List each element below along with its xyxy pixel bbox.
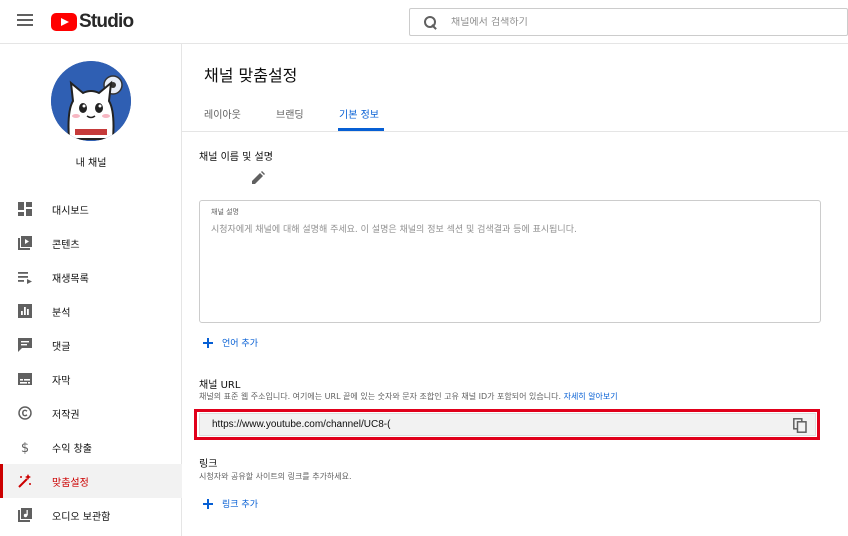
tab-layout[interactable]: 레이아웃: [204, 106, 241, 121]
sidebar-item-audio-library[interactable]: 오디오 보관함: [0, 498, 182, 532]
learn-more-link[interactable]: 자세히 알아보기: [564, 392, 618, 401]
logo-text: Studio: [79, 11, 134, 32]
comments-icon: [18, 338, 32, 352]
subtitles-icon: [18, 373, 32, 385]
channel-description-field[interactable]: 채널 설명 시청자에게 채널에 대해 설명해 주세요. 이 설명은 채널의 정보…: [199, 200, 821, 323]
sidebar-item-subtitles[interactable]: 자막: [0, 362, 182, 396]
youtube-play-icon: [51, 13, 77, 31]
sidebar: 내 채널 대시보드 콘텐츠 재생목록 분석 댓글 자막 저작권 $ 수익 창출 …: [0, 44, 182, 536]
description-field-label: 채널 설명: [211, 208, 239, 216]
sidebar-item-label: 자막: [52, 375, 71, 387]
sidebar-item-comments[interactable]: 댓글: [0, 328, 182, 362]
sidebar-item-copyright[interactable]: 저작권: [0, 396, 182, 430]
add-language-button[interactable]: 언어 추가: [203, 336, 258, 349]
copyright-icon: [18, 406, 32, 420]
links-helper: 시청자와 공유할 사이트의 링크를 추가하세요.: [199, 472, 352, 481]
add-link-label: 링크 추가: [222, 500, 258, 510]
search-input[interactable]: [451, 16, 831, 28]
channel-url-helper: 채널의 표준 웹 주소입니다. 여기에는 URL 끝에 있는 숫자와 문자 조합…: [199, 391, 618, 402]
sidebar-item-label: 재생목록: [52, 273, 89, 285]
channel-url-field[interactable]: [199, 413, 816, 436]
tab-bar: 레이아웃 브랜딩 기본 정보: [182, 94, 848, 132]
plus-icon: [203, 498, 213, 509]
sidebar-item-analytics[interactable]: 분석: [0, 294, 182, 328]
youtube-studio-logo[interactable]: Studio: [51, 11, 134, 33]
sidebar-item-label: 콘텐츠: [52, 239, 80, 251]
channel-url-helper-text: 채널의 표준 웹 주소입니다. 여기에는 URL 끝에 있는 숫자와 문자 조합…: [199, 392, 562, 401]
sidebar-item-monetization[interactable]: $ 수익 창출: [0, 430, 182, 464]
sidebar-nav: 대시보드 콘텐츠 재생목록 분석 댓글 자막 저작권 $ 수익 창출 맞춤설정 …: [0, 192, 182, 532]
dashboard-icon: [18, 202, 32, 216]
sidebar-item-label: 댓글: [52, 341, 71, 353]
plus-icon: [203, 337, 213, 348]
sidebar-item-label: 오디오 보관함: [52, 511, 111, 523]
sidebar-item-label: 저작권: [52, 409, 80, 421]
sidebar-item-dashboard[interactable]: 대시보드: [0, 192, 182, 226]
sidebar-item-playlists[interactable]: 재생목록: [0, 260, 182, 294]
main-content: 채널 맞춤설정 레이아웃 브랜딩 기본 정보 채널 이름 및 설명 채널 설명 …: [182, 44, 848, 536]
tab-basic-info[interactable]: 기본 정보: [339, 106, 379, 121]
analytics-icon: [18, 304, 32, 318]
add-language-label: 언어 추가: [222, 339, 258, 349]
links-heading: 링크: [199, 459, 218, 470]
description-placeholder: 시청자에게 채널에 대해 설명해 주세요. 이 설명은 채널의 정보 섹션 및 …: [211, 225, 577, 235]
edit-pencil-icon[interactable]: [250, 170, 266, 186]
channel-url-heading: 채널 URL: [199, 380, 241, 391]
search-bar[interactable]: [409, 8, 848, 36]
customization-icon: [18, 474, 31, 488]
channel-avatar[interactable]: [51, 61, 131, 141]
sidebar-item-customization[interactable]: 맞춤설정: [0, 464, 182, 498]
my-channel-label: 내 채널: [75, 158, 107, 169]
tab-branding[interactable]: 브랜딩: [276, 106, 304, 121]
name-description-heading: 채널 이름 및 설명: [199, 152, 273, 163]
page-title: 채널 맞춤설정: [204, 66, 298, 85]
sidebar-item-content[interactable]: 콘텐츠: [0, 226, 182, 260]
channel-url-input[interactable]: [212, 419, 407, 430]
monetization-icon: $: [21, 441, 29, 454]
audio-library-icon: [18, 508, 32, 522]
add-link-button[interactable]: 링크 추가: [203, 497, 258, 510]
top-bar: Studio: [0, 0, 848, 44]
playlist-icon: [18, 272, 32, 284]
sidebar-item-label: 맞춤설정: [52, 477, 89, 489]
search-icon[interactable]: [424, 15, 437, 29]
active-tab-indicator: [338, 128, 384, 131]
sidebar-item-label: 대시보드: [52, 205, 89, 217]
sidebar-item-label: 수익 창출: [52, 443, 92, 455]
copy-icon[interactable]: [793, 418, 807, 433]
content-icon: [18, 236, 32, 250]
svg-text:$: $: [21, 441, 29, 454]
menu-icon[interactable]: [17, 14, 33, 28]
sidebar-item-label: 분석: [52, 307, 71, 319]
